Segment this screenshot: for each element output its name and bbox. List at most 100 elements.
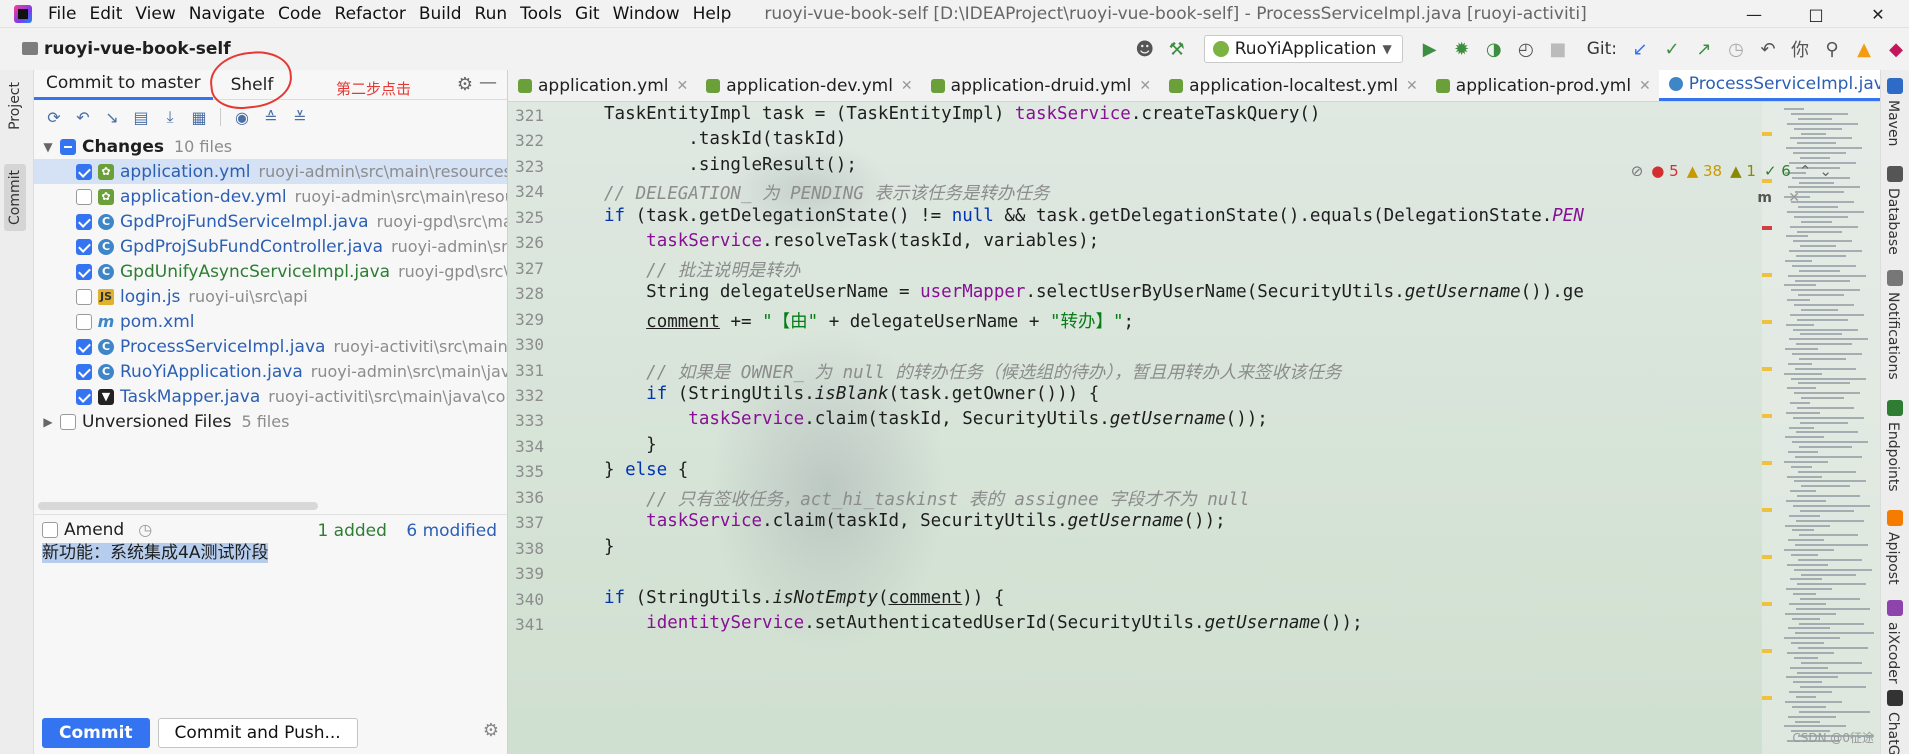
inspection-stripe[interactable] <box>1762 508 1772 512</box>
gear-icon[interactable]: ⚙ <box>457 74 473 95</box>
search-icon[interactable]: ⚲ <box>1819 36 1845 62</box>
code-line[interactable]: } <box>604 435 657 455</box>
horizontal-scrollbar[interactable] <box>38 502 318 510</box>
project-name[interactable]: ruoyi-vue-book-self <box>22 39 231 59</box>
maximize-icon[interactable]: □ <box>1785 0 1847 28</box>
ai-assistant-icon[interactable]: m <box>1757 190 1772 206</box>
git-commit-icon[interactable]: ✓ <box>1659 36 1685 62</box>
tool-window-endpoints[interactable]: Endpoints <box>1883 418 1903 496</box>
code-line[interactable]: .singleResult(); <box>604 155 857 175</box>
menu-git[interactable]: Git <box>575 4 600 24</box>
close-icon[interactable]: ✕ <box>1788 190 1800 206</box>
menu-build[interactable]: Build <box>419 4 462 24</box>
menu-run[interactable]: Run <box>475 4 508 24</box>
git-push-icon[interactable]: ↗ <box>1691 36 1717 62</box>
close-tab-icon[interactable]: ✕ <box>1139 78 1151 94</box>
commit-options-gear-icon[interactable]: ⚙ <box>483 720 499 741</box>
tool-window-chatgpt[interactable]: ChatGPT <box>1883 708 1903 754</box>
file-checkbox[interactable] <box>76 188 92 205</box>
editor-tab[interactable]: application-localtest.yml ✕ <box>1159 70 1426 101</box>
changed-file-row[interactable]: JS login.js ruoyi-ui\src\api <box>34 284 507 309</box>
commit-button[interactable]: Commit <box>42 718 150 748</box>
typo-count[interactable]: ✓ 6 <box>1764 162 1791 180</box>
file-checkbox[interactable] <box>76 213 92 230</box>
file-checkbox[interactable] <box>76 288 92 305</box>
tab-commit-to-master[interactable]: Commit to master <box>34 70 213 100</box>
tool-window-maven[interactable]: Maven <box>1883 96 1903 150</box>
tool-window-database[interactable]: Database <box>1883 184 1903 259</box>
code-line[interactable]: comment += "【由" + delegateUserName + "转办… <box>604 308 1134 333</box>
file-checkbox[interactable] <box>76 263 92 280</box>
ide-logo-icon[interactable]: ◆ <box>1883 36 1909 62</box>
inspection-stripe[interactable] <box>1762 226 1772 230</box>
code-line[interactable]: if (StringUtils.isNotEmpty(comment)) { <box>604 588 1004 608</box>
file-checkbox[interactable] <box>76 163 92 180</box>
editor-tab[interactable]: application-dev.yml ✕ <box>696 70 920 101</box>
file-checkbox[interactable] <box>76 338 92 355</box>
stop-icon[interactable]: ■ <box>1545 36 1571 62</box>
inspection-stripe[interactable] <box>1762 649 1772 653</box>
code-line[interactable]: identityService.setAuthenticatedUserId(S… <box>604 613 1362 633</box>
inspection-stripe[interactable] <box>1762 320 1772 324</box>
user-icon[interactable]: ☻ <box>1132 36 1158 62</box>
menu-navigate[interactable]: Navigate <box>189 4 265 24</box>
changed-file-row[interactable]: ✿ application.yml ruoyi-admin\src\main\res… <box>34 159 507 184</box>
code-line[interactable]: // 如果是 OWNER_ 为 null 的转办任务（候选组的待办），暂且用转办… <box>604 359 1341 384</box>
weak-warning-count[interactable]: ▲ 1 <box>1730 162 1756 180</box>
unversioned-group-row[interactable]: ▶ Unversioned Files 5 files <box>34 409 507 434</box>
code-line[interactable]: } else { <box>604 460 688 480</box>
code-line[interactable]: // 只有签收任务，act_hi_taskinst 表的 assignee 字段… <box>604 486 1249 511</box>
download-icon[interactable]: ⤓ <box>158 105 182 129</box>
chevron-down-icon[interactable]: ⌄ <box>1819 162 1832 180</box>
changed-file-row[interactable]: m pom.xml <box>34 309 507 334</box>
changed-file-row[interactable]: C GpdProjFundServiceImpl.java ruoyi-gpd\sr… <box>34 209 507 234</box>
menu-window[interactable]: Window <box>613 4 680 24</box>
code-line[interactable]: .taskId(taskId) <box>604 129 846 149</box>
file-checkbox[interactable] <box>76 363 92 380</box>
git-update-icon[interactable]: ↙ <box>1627 36 1653 62</box>
code-line[interactable]: TaskEntityImpl task = (TaskEntityImpl) t… <box>604 104 1320 124</box>
code-line[interactable]: if (StringUtils.isBlank(task.getOwner())… <box>604 384 1099 404</box>
code-line[interactable]: taskService.resolveTask(taskId, variable… <box>604 231 1099 251</box>
code-line[interactable]: } <box>604 537 615 557</box>
group-by-icon[interactable]: ▦ <box>187 105 211 129</box>
update-available-icon[interactable]: ▲ <box>1851 36 1877 62</box>
menu-refactor[interactable]: Refactor <box>335 4 406 24</box>
error-count[interactable]: ● 5 <box>1651 162 1678 180</box>
changes-group-row[interactable]: ▼ Changes 10 files <box>34 134 507 159</box>
changed-file-row[interactable]: C GpdProjSubFundController.java ruoyi-admi… <box>34 234 507 259</box>
rollback-icon[interactable]: ↶ <box>1755 36 1781 62</box>
menu-help[interactable]: Help <box>693 4 732 24</box>
tool-window-apipost[interactable]: Apipost <box>1883 528 1903 589</box>
rollback-icon[interactable]: ↶ <box>71 105 95 129</box>
code-line[interactable]: String delegateUserName = userMapper.sel… <box>604 282 1584 302</box>
changed-file-row[interactable]: ▼ TaskMapper.java ruoyi-activiti\src\main\… <box>34 384 507 409</box>
inspection-stripe[interactable] <box>1762 367 1772 371</box>
editor-tab[interactable]: application.yml ✕ <box>508 70 696 101</box>
chevron-up-icon[interactable]: ⌃ <box>1799 162 1812 180</box>
debug-icon[interactable]: ✹ <box>1449 36 1475 62</box>
menu-tools[interactable]: Tools <box>520 4 562 24</box>
run-configuration-select[interactable]: RuoYiApplication ▼ <box>1203 35 1403 63</box>
inspection-stripe[interactable] <box>1762 414 1772 418</box>
inspection-widget[interactable]: ⊘ ● 5 ▲ 38 ▲ 1 ✓ 6 ⌃ ⌄ <box>1631 162 1832 180</box>
editor-tab[interactable]: ProcessServiceImpl.java <box>1658 70 1880 101</box>
file-checkbox[interactable] <box>76 238 92 255</box>
close-icon[interactable]: ✕ <box>1847 0 1909 28</box>
expand-all-icon[interactable]: ≙ <box>259 105 283 129</box>
tool-window-project[interactable]: Project <box>4 76 26 136</box>
refresh-icon[interactable]: ⟳ <box>42 105 66 129</box>
collapse-all-icon[interactable]: ≚ <box>288 105 312 129</box>
close-tab-icon[interactable]: ✕ <box>1639 78 1651 94</box>
update-project-icon[interactable]: ↘ <box>100 105 124 129</box>
file-checkbox[interactable] <box>76 388 92 405</box>
menu-code[interactable]: Code <box>278 4 322 24</box>
chevron-down-icon[interactable]: ▼ <box>40 140 56 154</box>
code-line[interactable]: // DELEGATION_ 为 PENDING 表示该任务是转办任务 <box>604 180 1049 205</box>
profile-icon[interactable]: ◴ <box>1513 36 1539 62</box>
file-checkbox[interactable] <box>76 313 92 330</box>
minimize-icon[interactable]: — <box>1723 0 1785 28</box>
menu-view[interactable]: View <box>135 4 175 24</box>
inspection-stripe[interactable] <box>1762 602 1772 606</box>
tool-window-notifications[interactable]: Notifications <box>1883 288 1903 384</box>
